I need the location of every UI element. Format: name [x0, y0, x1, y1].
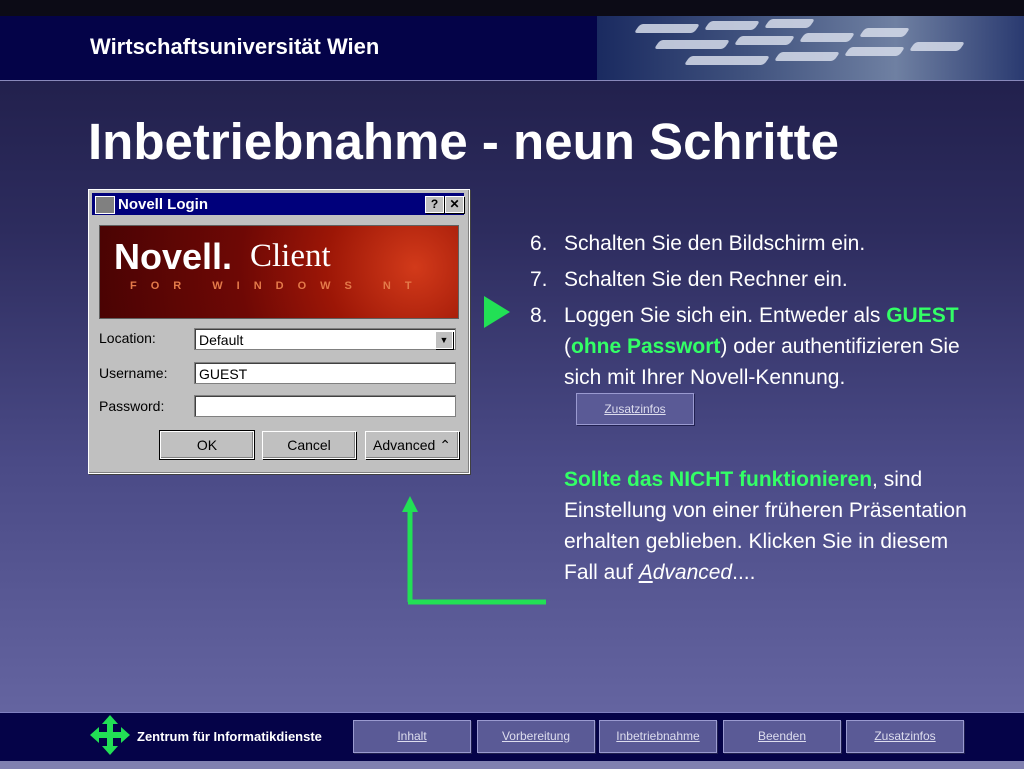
location-select[interactable]: Default ▼	[194, 328, 456, 350]
double-chevron-up-icon: ⌃	[439, 437, 451, 453]
help-button[interactable]: ?	[425, 196, 444, 213]
password-field[interactable]	[194, 395, 456, 417]
app-icon	[95, 196, 115, 214]
step-number: 6.	[530, 232, 548, 255]
advanced-button[interactable]: Advanced ⌃	[365, 431, 459, 459]
org-name: Zentrum für Informatikdienste	[137, 729, 322, 744]
username-label: Username:	[99, 365, 168, 381]
close-button[interactable]: ✕	[445, 196, 464, 213]
advanced-label: Advanced	[373, 437, 436, 453]
nav-vorbereitung[interactable]: Vorbereitung	[477, 720, 595, 753]
advanced-word: dvanced	[652, 561, 733, 584]
footer-bar: Zentrum für Informatikdienste Inhalt Vor…	[0, 712, 1024, 769]
nav-zusatzinfos[interactable]: Zusatzinfos	[846, 720, 964, 753]
keyboard-banner-image	[597, 16, 1024, 80]
cancel-button[interactable]: Cancel	[262, 431, 356, 459]
list-item: 7. Schalten Sie den Rechner ein.	[530, 264, 970, 295]
nav-inhalt[interactable]: Inhalt	[353, 720, 471, 753]
step-text-pre: Loggen Sie sich ein. Entweder als	[564, 304, 887, 327]
nav-beenden[interactable]: Beenden	[723, 720, 841, 753]
warning-text: Sollte das NICHT funktionieren, sind Ein…	[564, 464, 984, 588]
play-arrow-icon	[484, 296, 510, 328]
banner-brand: Novell.	[114, 236, 233, 277]
top-strip	[0, 0, 1024, 16]
novell-banner: Novell. Client FOR WINDOWS NT	[99, 225, 459, 319]
step-number: 8.	[530, 304, 548, 327]
zusatzinfos-link-button[interactable]: Zusatzinfos	[576, 393, 694, 426]
header-bar: Wirtschaftsuniversität Wien	[0, 16, 1024, 81]
step-text: Schalten Sie den Rechner ein.	[564, 268, 848, 291]
step-text: Schalten Sie den Bildschirm ein.	[564, 232, 866, 255]
step-text-open: (	[564, 335, 571, 358]
username-field[interactable]: GUEST	[194, 362, 456, 384]
novell-login-dialog: Novell Login ? ✕ Novell. Client FOR WIND…	[88, 189, 470, 474]
guest-highlight: GUEST	[886, 304, 959, 327]
step-number: 7.	[530, 268, 548, 291]
banner-client: Client	[250, 238, 331, 274]
dialog-title-bar: Novell Login ? ✕	[92, 193, 464, 215]
chevron-down-icon[interactable]: ▼	[435, 331, 453, 349]
dialog-title: Novell Login	[118, 196, 208, 213]
list-item: 8. Loggen Sie sich ein. Entweder als GUE…	[530, 300, 970, 426]
list-item: 6. Schalten Sie den Bildschirm ein.	[530, 228, 970, 259]
steps-list: 6. Schalten Sie den Bildschirm ein. 7. S…	[530, 228, 970, 430]
warning-bold: Sollte das NICHT funktionieren	[564, 468, 873, 491]
banner-subtitle: FOR WINDOWS NT	[130, 280, 426, 292]
return-arrow-icon	[402, 496, 546, 605]
university-name: Wirtschaftsuniversität Wien	[90, 34, 380, 59]
location-label: Location:	[99, 330, 156, 346]
ellipsis: ....	[732, 561, 756, 584]
nav-inbetriebnahme[interactable]: Inbetriebnahme	[599, 720, 717, 753]
password-label: Password:	[99, 398, 165, 414]
page-title: Inbetriebnahme - neun Schritte	[88, 113, 839, 170]
zid-logo-icon	[90, 715, 130, 755]
ok-button[interactable]: OK	[159, 430, 255, 460]
location-value: Default	[199, 332, 244, 348]
no-password-highlight: ohne Passwort	[571, 335, 721, 358]
advanced-underline-letter: A	[638, 561, 653, 584]
